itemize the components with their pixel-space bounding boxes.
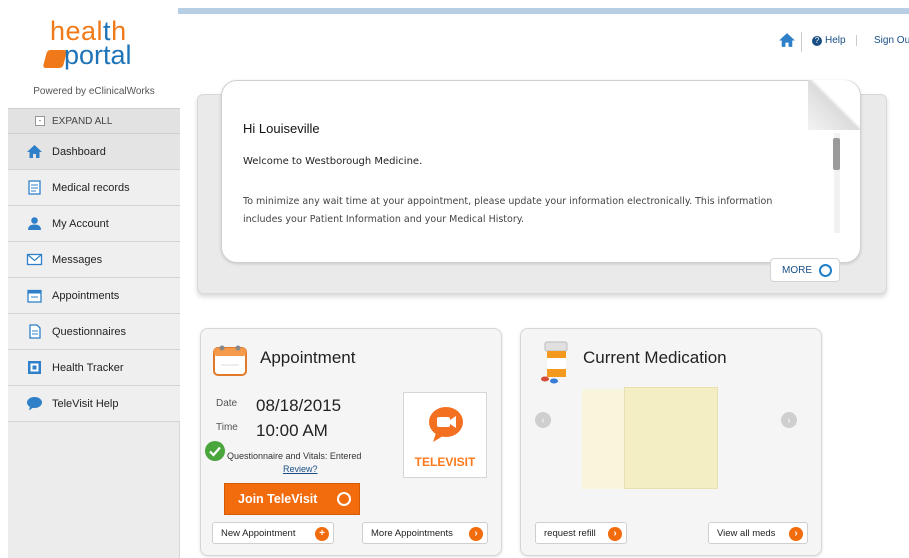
pill-bottle-icon xyxy=(541,341,568,384)
join-televisit-label: Join TeleVisit xyxy=(238,492,318,506)
calendar-icon xyxy=(27,289,42,303)
chat-bubble-icon xyxy=(27,397,42,411)
appointment-time: 10:00 AM xyxy=(256,421,328,440)
collapse-toggle-icon: - xyxy=(35,116,45,126)
request-refill-label: request refill xyxy=(544,528,596,539)
join-televisit-button[interactable]: Join TeleVisit xyxy=(224,483,360,515)
request-refill-button[interactable]: request refill › xyxy=(535,522,627,544)
document-icon xyxy=(29,324,41,339)
sidebar-item-medical-records[interactable]: Medical records xyxy=(8,170,180,206)
view-all-meds-label: View all meds xyxy=(717,528,776,539)
televisit-label: TELEVISIT xyxy=(414,455,476,469)
sidebar: health portal Powered by eClinicalWorks … xyxy=(8,0,180,558)
health-portal-logo[interactable]: health portal Powered by eClinicalWorks xyxy=(8,0,180,108)
help-link[interactable]: ? Help xyxy=(812,35,857,46)
new-appointment-button[interactable]: New Appointment + xyxy=(212,522,334,544)
check-icon xyxy=(205,441,225,461)
more-label: MORE xyxy=(782,265,812,276)
home-icon xyxy=(27,145,42,158)
page-curl-decoration xyxy=(808,80,860,130)
sidebar-item-questionnaires[interactable]: Questionnaires xyxy=(8,314,180,350)
greeting-heading: Hi Louiseville xyxy=(243,121,320,136)
welcome-headline: Welcome to Westborough Medicine. xyxy=(243,156,423,167)
sidebar-item-my-account[interactable]: My Account xyxy=(8,206,180,242)
carousel-prev-icon[interactable]: ‹ xyxy=(535,412,551,428)
plus-circle-icon: + xyxy=(315,527,329,541)
questionnaire-status: Questionnaire and Vitals: Entered xyxy=(227,451,362,461)
sidebar-item-dashboard[interactable]: Dashboard xyxy=(8,134,180,170)
medication-note xyxy=(624,387,718,489)
appointment-title: Appointment xyxy=(260,348,356,367)
top-accent-bar xyxy=(178,8,909,14)
home-button[interactable] xyxy=(778,32,802,52)
sidebar-item-label: Questionnaires xyxy=(52,326,126,338)
date-label: Date xyxy=(216,398,238,409)
sidebar-item-label: Health Tracker xyxy=(52,362,124,374)
arrow-right-icon: › xyxy=(608,527,622,541)
tracker-icon xyxy=(28,361,41,374)
carousel-next-icon[interactable]: › xyxy=(781,412,797,428)
powered-by-text: Powered by eClinicalWorks xyxy=(33,86,155,97)
envelope-icon xyxy=(26,253,43,266)
video-chat-icon xyxy=(429,407,463,442)
sidebar-item-label: TeleVisit Help xyxy=(52,398,119,410)
more-appointments-label: More Appointments xyxy=(371,528,453,539)
arrow-right-icon xyxy=(337,492,351,506)
welcome-message-box xyxy=(221,80,861,263)
sidebar-item-label: Dashboard xyxy=(52,146,106,158)
more-button[interactable]: MORE xyxy=(770,258,840,282)
time-label: Time xyxy=(216,422,238,433)
arrow-right-icon: › xyxy=(789,527,803,541)
sidebar-item-label: Messages xyxy=(52,254,103,266)
welcome-body-text: To minimize any wait time at your appoin… xyxy=(243,196,773,225)
sidebar-item-label: Appointments xyxy=(52,290,120,302)
calendar-icon xyxy=(213,345,247,376)
review-link[interactable]: Review? xyxy=(283,464,318,474)
help-label: Help xyxy=(825,35,846,46)
welcome-scrollbar-thumb[interactable] xyxy=(833,138,840,170)
sidebar-item-messages[interactable]: Messages xyxy=(8,242,180,278)
expand-all-label: EXPAND ALL xyxy=(52,116,113,127)
sidebar-item-health-tracker[interactable]: Health Tracker xyxy=(8,350,180,386)
sidebar-item-televisit-help[interactable]: TeleVisit Help xyxy=(8,386,180,422)
new-appointment-label: New Appointment xyxy=(221,528,296,539)
more-appointments-button[interactable]: More Appointments › xyxy=(362,522,488,544)
expand-all-button[interactable]: - EXPAND ALL xyxy=(8,108,180,134)
sign-out-link[interactable]: Sign Out xyxy=(874,35,909,46)
sidebar-item-appointments[interactable]: Appointments xyxy=(8,278,180,314)
clipboard-icon xyxy=(28,180,41,195)
current-medication-title: Current Medication xyxy=(583,348,727,367)
view-all-meds-button[interactable]: View all meds › xyxy=(708,522,808,544)
arrow-right-icon: › xyxy=(469,527,483,541)
home-icon xyxy=(779,33,795,47)
sidebar-item-label: My Account xyxy=(52,218,109,230)
sidebar-item-label: Medical records xyxy=(52,182,130,194)
help-icon: ? xyxy=(812,36,822,46)
logo-word-portal: portal xyxy=(64,40,132,70)
appointment-date: 08/18/2015 xyxy=(256,396,342,415)
user-icon xyxy=(28,217,41,230)
chevron-down-icon xyxy=(819,264,832,277)
